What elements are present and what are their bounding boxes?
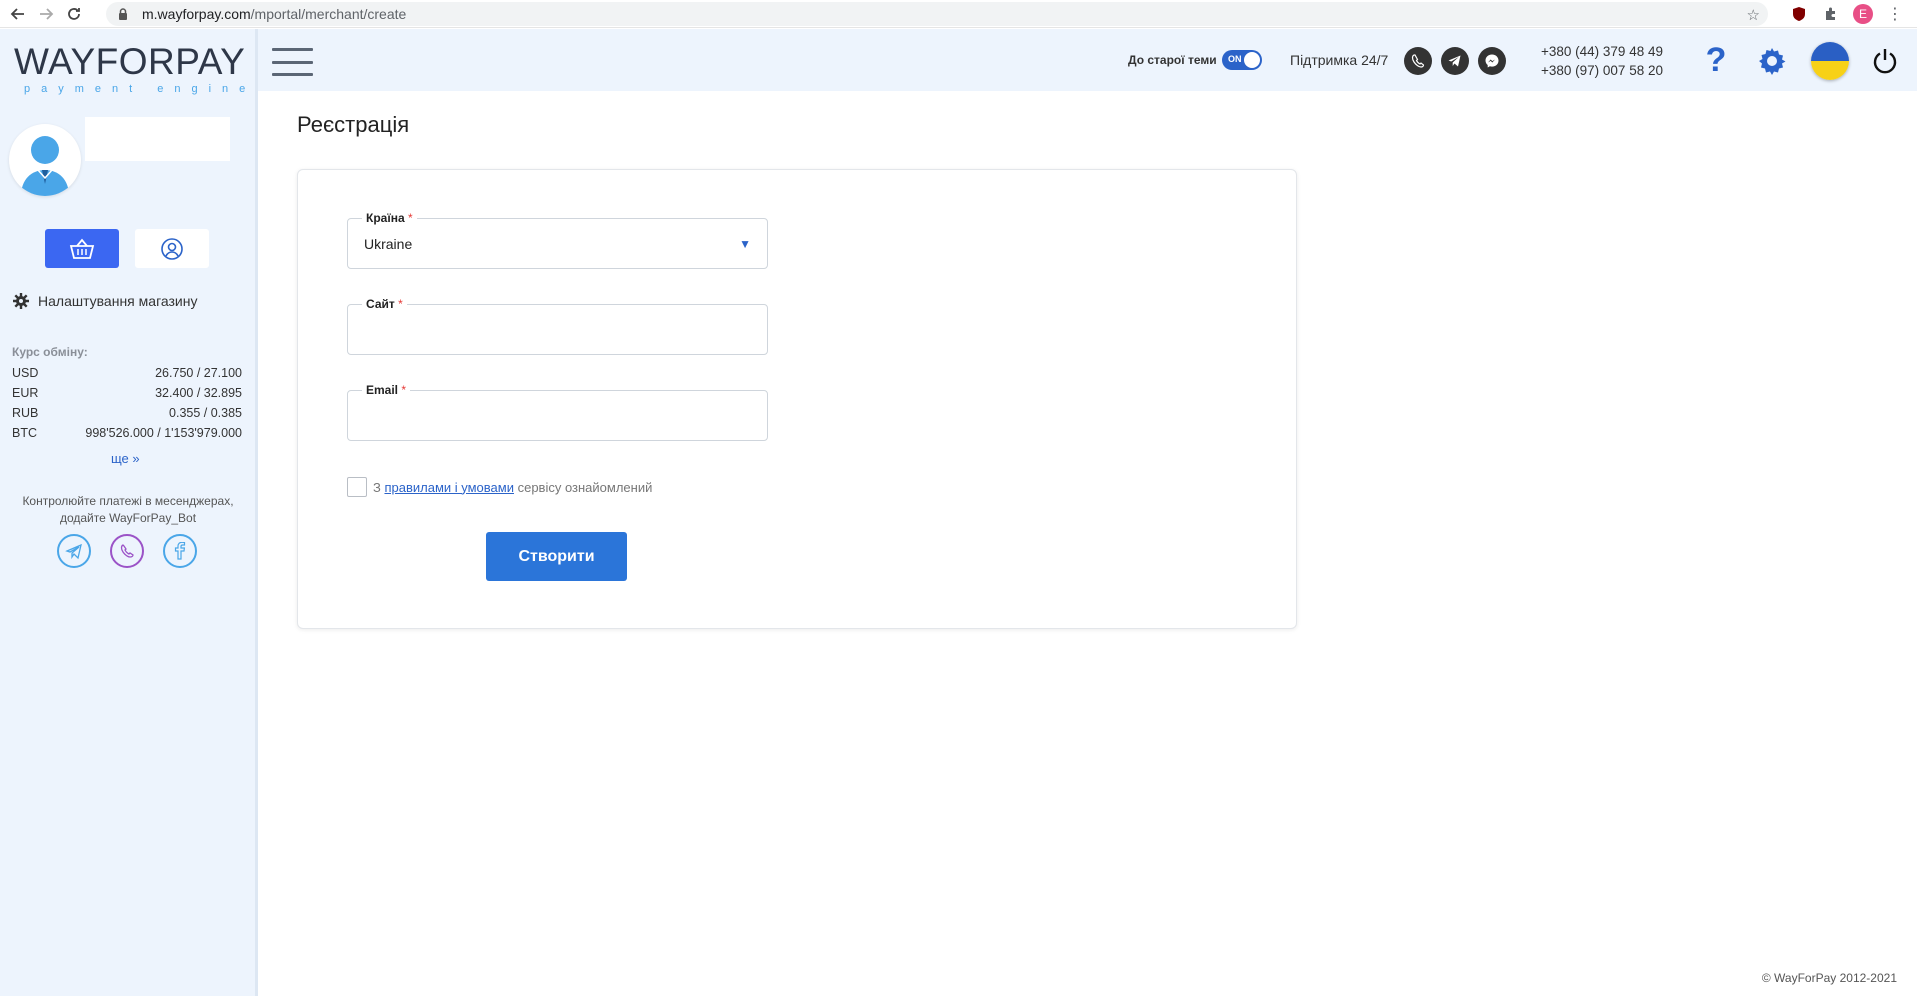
support-telegram-icon[interactable] xyxy=(1441,47,1469,75)
rate-row-eur: EUR 32.400 / 32.895 xyxy=(12,383,242,403)
more-rates-link[interactable]: ще » xyxy=(111,451,140,466)
site-input[interactable] xyxy=(348,305,767,354)
lock-icon xyxy=(119,8,127,20)
logo-subtitle: payment engine xyxy=(24,83,257,95)
browser-menu-icon[interactable]: ⋮ xyxy=(1885,4,1905,24)
reload-icon xyxy=(68,7,80,20)
user-circle-icon xyxy=(161,237,183,260)
logo-text: WAYFORPAY xyxy=(14,41,246,82)
terms-suffix: сервісу ознайомлений xyxy=(513,479,653,495)
rate-value: 32.400 / 32.895 xyxy=(155,386,242,400)
footer-copyright: © WayForPay 2012-2021 xyxy=(1761,971,1897,985)
arrow-right-icon xyxy=(40,7,54,20)
url-text: m.wayforpay.com/mportal/merchant/create xyxy=(142,6,406,22)
browser-toolbar: m.wayforpay.com/mportal/merchant/create … xyxy=(0,0,1917,28)
country-label-text: Країна xyxy=(366,211,405,225)
terms-link[interactable]: правилами і умовами xyxy=(384,480,514,495)
telegram-bot-button[interactable] xyxy=(57,534,91,568)
bookmark-star-icon[interactable]: ☆ xyxy=(1747,6,1760,24)
user-silhouette-icon xyxy=(21,136,69,196)
basket-icon xyxy=(69,238,95,259)
support-viber-icon[interactable] xyxy=(1404,47,1432,75)
forward-button[interactable] xyxy=(32,0,60,28)
ukraine-flag-language-icon[interactable] xyxy=(1811,42,1849,80)
toggle-state-label: ON xyxy=(1228,54,1242,64)
url-path: /mportal/merchant/create xyxy=(250,6,407,22)
gear-icon xyxy=(13,293,29,309)
rate-row-btc: BTC 998'526.000 / 1'153'979.000 xyxy=(12,423,242,443)
toggle-knob xyxy=(1244,52,1260,68)
profile-button[interactable] xyxy=(135,229,209,268)
store-settings-label: Налаштування магазину xyxy=(38,293,198,309)
arrow-left-icon xyxy=(10,7,24,20)
phone-number-2[interactable]: +380 (97) 007 58 20 xyxy=(1541,61,1663,80)
bot-promo-text: Контролюйте платежі в месенджерах, додай… xyxy=(22,494,234,525)
dropdown-caret-icon: ▼ xyxy=(739,237,751,251)
facebook-bot-button[interactable] xyxy=(163,534,197,568)
store-settings-link[interactable]: Налаштування магазину xyxy=(13,293,197,309)
help-icon[interactable]: ? xyxy=(1701,43,1731,77)
hamburger-menu-icon[interactable] xyxy=(272,48,313,76)
sidebar: WAYFORPAY payment engine Налаштування ма… xyxy=(0,29,258,996)
shop-button[interactable] xyxy=(45,229,119,268)
user-avatar xyxy=(9,124,81,196)
rate-currency: RUB xyxy=(12,406,39,420)
page-title: Реєстрація xyxy=(297,112,410,137)
rate-value: 0.355 / 0.385 xyxy=(169,406,242,420)
viber-bot-button[interactable] xyxy=(110,534,144,568)
email-field: Email * xyxy=(347,383,768,441)
rate-row-usd: USD 26.750 / 27.100 xyxy=(12,363,242,383)
reload-button[interactable] xyxy=(60,0,88,28)
rate-currency: EUR xyxy=(12,386,39,400)
phone-number-1[interactable]: +380 (44) 379 48 49 xyxy=(1541,42,1663,61)
settings-gear-icon[interactable] xyxy=(1756,45,1788,77)
rate-currency: BTC xyxy=(12,426,37,440)
create-button[interactable]: Створити xyxy=(486,532,627,581)
rate-row-rub: RUB 0.355 / 0.385 xyxy=(12,403,242,423)
profile-avatar-icon[interactable]: E xyxy=(1853,4,1873,24)
rate-value: 998'526.000 / 1'153'979.000 xyxy=(85,426,242,440)
extensions-puzzle-icon[interactable] xyxy=(1821,4,1841,24)
country-select[interactable]: Країна * Ukraine ▼ xyxy=(347,211,768,269)
logout-power-icon[interactable] xyxy=(1871,47,1899,75)
top-header: До старої теми ON Підтримка 24/7 +380 (4… xyxy=(258,29,1917,91)
address-bar[interactable]: m.wayforpay.com/mportal/merchant/create … xyxy=(106,2,1768,26)
support-messenger-icon[interactable] xyxy=(1478,47,1506,75)
rate-currency: USD xyxy=(12,366,39,380)
back-button[interactable] xyxy=(4,0,32,28)
old-theme-label: До старої теми xyxy=(1128,53,1217,67)
facebook-icon xyxy=(174,542,186,560)
country-label: Країна * xyxy=(362,211,417,225)
username-box xyxy=(85,117,230,161)
telegram-icon xyxy=(65,543,82,560)
url-host: m.wayforpay.com xyxy=(142,6,251,22)
required-mark: * xyxy=(407,211,413,225)
wayforpay-logo[interactable]: WAYFORPAY payment engine xyxy=(14,41,257,96)
registration-form-card: Країна * Ukraine ▼ Сайт * Email * З прав… xyxy=(297,169,1297,629)
exchange-rates-title: Курс обміну: xyxy=(12,345,88,359)
terms-prefix: З xyxy=(373,479,385,495)
ublock-extension-icon[interactable] xyxy=(1789,4,1809,24)
support-label: Підтримка 24/7 xyxy=(1290,52,1389,68)
old-theme-toggle[interactable]: ON xyxy=(1222,50,1262,70)
exchange-rates-list: USD 26.750 / 27.100 EUR 32.400 / 32.895 … xyxy=(12,363,242,443)
viber-icon xyxy=(120,544,134,558)
email-input[interactable] xyxy=(348,391,767,440)
rate-value: 26.750 / 27.100 xyxy=(155,366,242,380)
support-phones: +380 (44) 379 48 49 +380 (97) 007 58 20 xyxy=(1541,42,1663,80)
terms-agreement: З правилами і умовами сервісу ознайомлен… xyxy=(347,477,652,497)
site-field: Сайт * xyxy=(347,297,768,355)
country-selected-value: Ukraine xyxy=(364,236,413,252)
terms-checkbox[interactable] xyxy=(347,477,367,497)
